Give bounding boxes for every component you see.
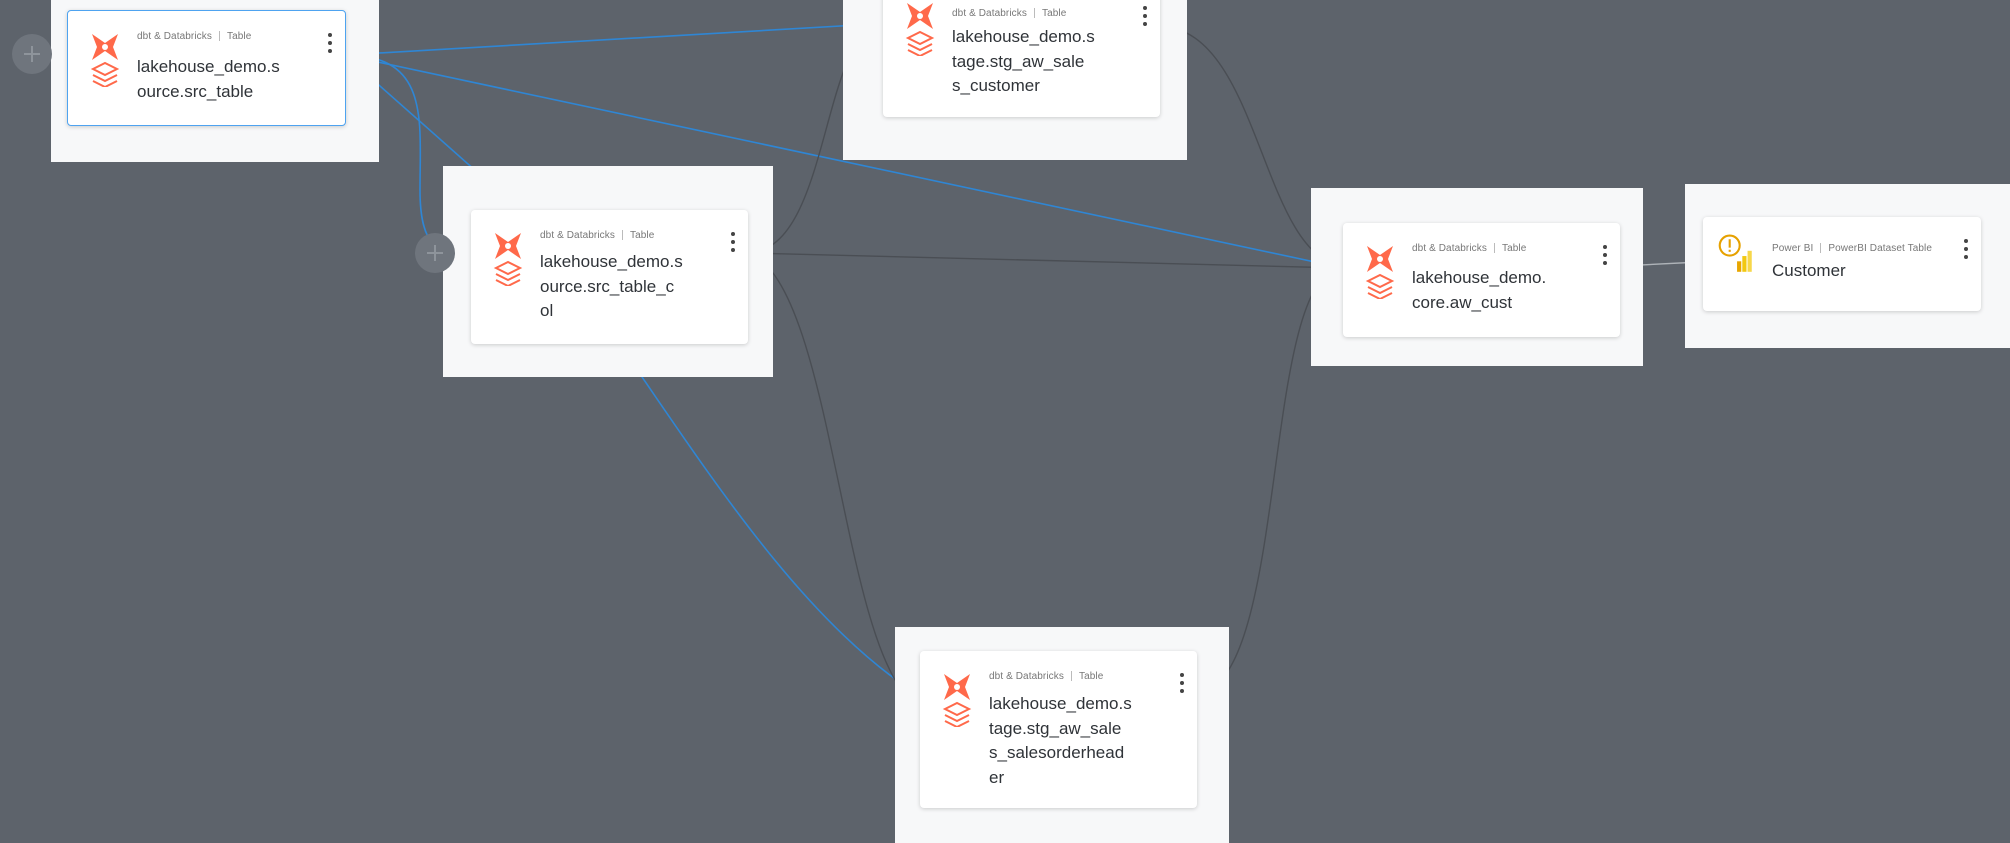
kebab-menu-icon[interactable] — [1179, 673, 1185, 693]
node-card-customer-pbi[interactable]: Power BI PowerBI Dataset Table Customer — [1703, 217, 1981, 311]
type-label: PowerBI Dataset Table — [1828, 243, 1933, 254]
type-label: Table — [1078, 671, 1104, 682]
node-card-stg-customer[interactable]: dbt & Databricks Table lakehouse_demo.s t… — [883, 0, 1160, 117]
node-name-line: s_customer — [952, 76, 1040, 95]
node-card-src-table[interactable]: dbt & Databricks Table lakehouse_demo.s o… — [67, 10, 346, 126]
node-meta: Power BI PowerBI Dataset Table — [1772, 243, 1932, 254]
node-name-line: ource.src_table_c — [540, 276, 675, 296]
node-name-line: ol — [540, 301, 554, 320]
node-card-aw-cust[interactable]: dbt & Databricks Table lakehouse_demo. co… — [1343, 223, 1620, 337]
databricks-stack-icon — [1365, 273, 1395, 299]
databricks-stack-icon — [942, 701, 972, 727]
edge-col-to-aw-cust — [747, 252, 1344, 269]
platform-label: dbt & Databricks — [540, 230, 615, 241]
platform-label: dbt & Databricks — [952, 8, 1027, 19]
platform-label: Power BI — [1772, 243, 1814, 254]
node-meta: dbt & Databricks Table — [989, 671, 1103, 682]
node-name-line: ource.src_table — [137, 81, 254, 101]
dbt-logo-icon — [944, 674, 970, 700]
dbt-logo-icon — [495, 233, 521, 259]
dbt-logo-icon — [92, 34, 118, 60]
kebab-menu-icon[interactable] — [327, 33, 333, 53]
dbt-databricks-logo-icon — [1365, 246, 1395, 299]
dbt-databricks-logo-icon — [905, 3, 935, 56]
type-label: Table — [629, 230, 655, 241]
dbt-logo-icon — [1367, 246, 1393, 272]
node-name-line: er — [989, 767, 1005, 787]
node-name-line: Customer — [1772, 261, 1846, 280]
node-name-line: tage.stg_aw_sale — [989, 718, 1122, 738]
databricks-stack-icon — [905, 30, 935, 56]
node-name: lakehouse_demo.s tage.stg_aw_sale s_cust… — [952, 25, 1095, 99]
kebab-menu-icon[interactable] — [1963, 239, 1969, 259]
node-card-src-table-col[interactable]: dbt & Databricks Table lakehouse_demo.s o… — [471, 210, 748, 344]
databricks-stack-icon — [493, 260, 523, 286]
dbt-databricks-logo-icon — [493, 233, 523, 286]
node-meta: dbt & Databricks Table — [1412, 243, 1526, 254]
node-meta: dbt & Databricks Table — [137, 31, 251, 42]
powerbi-icon — [1737, 250, 1752, 272]
type-label: Table — [1041, 8, 1067, 19]
node-name: Customer — [1772, 259, 1846, 284]
node-meta: dbt & Databricks Table — [952, 8, 1066, 19]
node-name-line: core.aw_cust — [1412, 292, 1513, 312]
node-name: lakehouse_demo.s ource.src_table_c ol — [540, 250, 683, 324]
kebab-menu-icon[interactable] — [1142, 6, 1148, 26]
node-meta: dbt & Databricks Table — [540, 230, 654, 241]
kebab-menu-icon[interactable] — [730, 232, 736, 252]
platform-label: dbt & Databricks — [1412, 243, 1487, 254]
type-label: Table — [226, 31, 252, 42]
dbt-logo-icon — [907, 3, 933, 29]
node-name-line: lakehouse_demo.s — [989, 694, 1132, 713]
node-name-line: lakehouse_demo.s — [952, 27, 1095, 46]
type-label: Table — [1501, 243, 1527, 254]
node-name: lakehouse_demo. core.aw_cust — [1412, 266, 1546, 315]
node-name-line: lakehouse_demo. — [1412, 268, 1547, 287]
dbt-databricks-logo-icon — [90, 34, 120, 87]
expand-upstream-col-button[interactable] — [415, 233, 455, 273]
platform-label: dbt & Databricks — [989, 671, 1064, 682]
kebab-menu-icon[interactable] — [1602, 245, 1608, 265]
platform-label: dbt & Databricks — [137, 31, 212, 42]
warning-circle-icon — [1718, 234, 1741, 257]
powerbi-warning-logo-icon — [1718, 234, 1752, 272]
expand-upstream-button[interactable] — [12, 34, 52, 74]
node-name: lakehouse_demo.s ource.src_table — [137, 55, 280, 104]
node-name-line: lakehouse_demo.s — [137, 57, 280, 76]
edge-src-to-stg-customer — [344, 18, 877, 56]
node-name-line: lakehouse_demo.s — [540, 252, 683, 271]
dbt-databricks-logo-icon — [942, 674, 972, 727]
node-name: lakehouse_demo.s tage.stg_aw_sale s_sale… — [989, 692, 1132, 790]
node-name-line: s_salesorderhead — [989, 743, 1125, 762]
node-name-line: tage.stg_aw_sale — [952, 51, 1085, 71]
node-card-stg-salesorderheader[interactable]: dbt & Databricks Table lakehouse_demo.s t… — [920, 651, 1197, 808]
databricks-stack-icon — [90, 61, 120, 87]
edge-col-to-salesorderheader — [619, 344, 918, 695]
